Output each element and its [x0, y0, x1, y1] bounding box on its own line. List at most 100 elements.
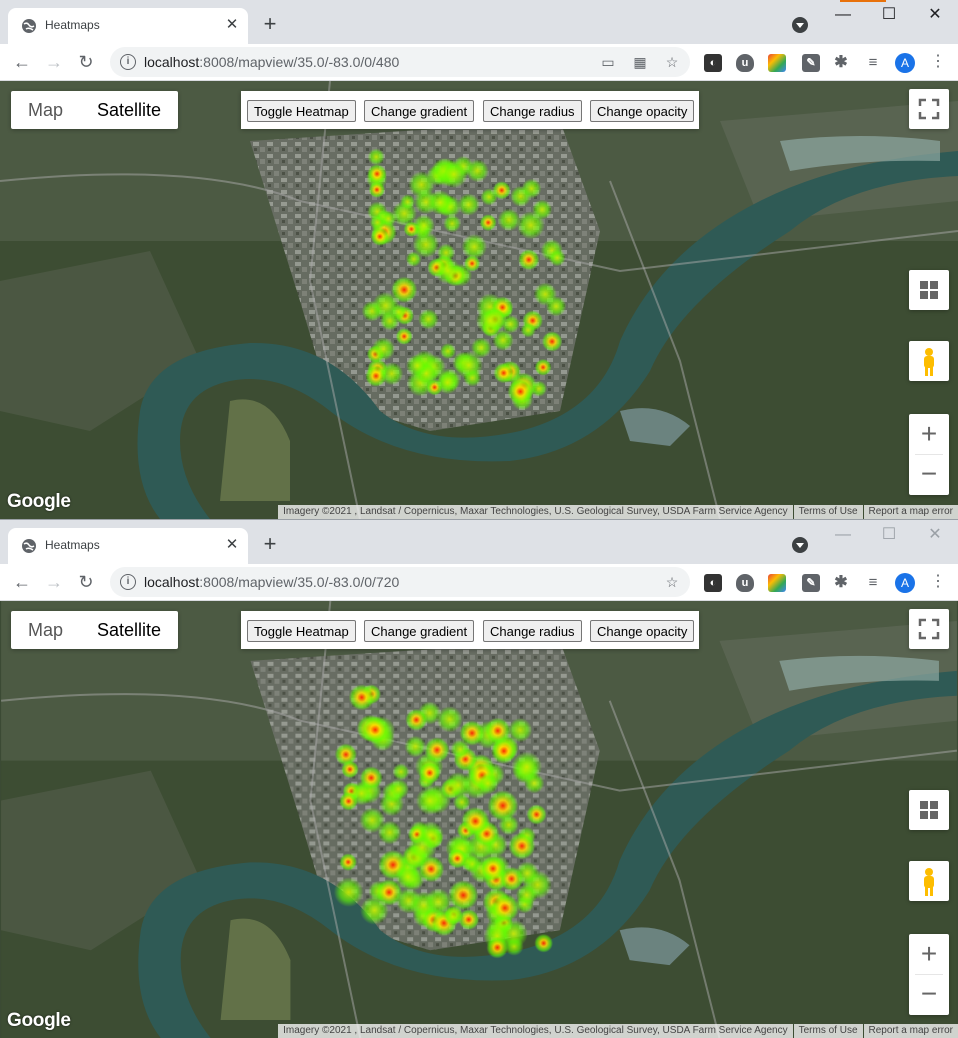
- change-radius-button[interactable]: Change radius: [483, 100, 582, 122]
- google-logo: Google: [7, 491, 71, 512]
- extension-dropper-icon[interactable]: ✎: [802, 54, 820, 72]
- tab-heatmaps[interactable]: Heatmaps ✕: [8, 8, 248, 44]
- tab-close-icon[interactable]: ✕: [222, 535, 242, 555]
- change-radius-button[interactable]: Change radius: [483, 620, 582, 642]
- report-map-error-link[interactable]: Report a map error: [863, 1024, 958, 1038]
- chevron-down-icon[interactable]: [792, 537, 808, 553]
- heatmap-layer: [333, 684, 554, 959]
- heat-spot: [339, 853, 358, 871]
- heat-spot: [349, 781, 374, 806]
- extension-color-icon[interactable]: [768, 54, 786, 72]
- zoom-out-button[interactable]: −: [909, 454, 949, 494]
- heat-spot: [368, 181, 386, 198]
- change-opacity-button[interactable]: Change opacity: [590, 100, 695, 122]
- close-icon[interactable]: ✕: [912, 0, 958, 30]
- maximize-icon[interactable]: ☐: [866, 0, 912, 30]
- map-type-map-button[interactable]: Map: [11, 91, 80, 129]
- heat-spot: [507, 378, 534, 405]
- terms-of-use-link[interactable]: Terms of Use: [793, 505, 863, 519]
- media-icon[interactable]: ≡: [864, 574, 882, 592]
- info-icon[interactable]: i: [120, 54, 136, 70]
- puzzle-icon[interactable]: ✱: [832, 54, 850, 72]
- reload-icon[interactable]: ↻: [72, 48, 100, 76]
- url-path: :8008/mapview/35.0/-83.0/0/720: [199, 574, 400, 590]
- zoom-in-button[interactable]: +: [909, 934, 949, 974]
- heatmap-controls: Toggle Heatmap Change gradient Change ra…: [241, 611, 699, 649]
- extension-ublock-icon[interactable]: u: [736, 574, 754, 592]
- extension-mask-icon[interactable]: ◐: [704, 574, 722, 592]
- more-menu-icon[interactable]: ⋮: [930, 52, 946, 72]
- url-text[interactable]: localhost:8008/mapview/35.0/-83.0/0/480: [144, 54, 399, 70]
- star-icon[interactable]: ☆: [664, 54, 680, 70]
- plus-icon[interactable]: +: [258, 533, 282, 557]
- minimize-icon[interactable]: —: [820, 520, 866, 550]
- info-icon[interactable]: i: [120, 574, 136, 590]
- heat-spot: [399, 194, 416, 210]
- extension-mask-icon[interactable]: ◐: [704, 54, 722, 72]
- zoom-in-button[interactable]: +: [909, 414, 949, 454]
- heat-spot: [395, 327, 413, 345]
- toggle-heatmap-button[interactable]: Toggle Heatmap: [247, 620, 356, 642]
- imagery-credit: Imagery ©2021 , Landsat / Copernicus, Ma…: [278, 1024, 793, 1038]
- heat-spot: [367, 164, 387, 184]
- heat-spot: [439, 343, 457, 360]
- arrow-right-icon[interactable]: →: [40, 48, 68, 76]
- heat-spot: [439, 160, 468, 189]
- close-icon[interactable]: ✕: [912, 520, 958, 550]
- address-bar[interactable]: i localhost:8008/mapview/35.0/-83.0/0/72…: [110, 567, 690, 597]
- map-type-map-button[interactable]: Map: [11, 611, 80, 649]
- arrow-left-icon[interactable]: ←: [8, 48, 36, 76]
- avatar[interactable]: A: [895, 573, 915, 593]
- layers-icon[interactable]: [909, 790, 949, 830]
- address-bar[interactable]: i localhost:8008/mapview/35.0/-83.0/0/48…: [110, 47, 690, 77]
- media-icon[interactable]: ≡: [864, 54, 882, 72]
- heat-spot: [418, 761, 441, 784]
- tab-close-icon[interactable]: ✕: [222, 15, 242, 35]
- qr-code-icon[interactable]: ▦: [632, 54, 648, 70]
- maximize-icon[interactable]: ☐: [866, 520, 912, 550]
- toggle-heatmap-button[interactable]: Toggle Heatmap: [247, 100, 356, 122]
- extension-dropper-icon[interactable]: ✎: [802, 574, 820, 592]
- heat-spot: [548, 249, 566, 267]
- heat-spot: [333, 877, 364, 907]
- extension-color-icon[interactable]: [768, 574, 786, 592]
- map-type-satellite-button[interactable]: Satellite: [80, 91, 178, 129]
- browser-window-bottom: Heatmaps ✕ + — ☐ ✕ ← → ↻ i localhost:800…: [0, 519, 958, 1038]
- tab-heatmaps[interactable]: Heatmaps ✕: [8, 528, 248, 564]
- heat-spot: [501, 314, 520, 334]
- install-icon[interactable]: ▭: [600, 54, 616, 70]
- map-type-satellite-button[interactable]: Satellite: [80, 611, 178, 649]
- fullscreen-icon[interactable]: [909, 609, 949, 649]
- change-gradient-button[interactable]: Change gradient: [364, 620, 475, 642]
- change-opacity-button[interactable]: Change opacity: [590, 620, 695, 642]
- more-menu-icon[interactable]: ⋮: [930, 572, 946, 592]
- map-view[interactable]: Map Satellite Toggle Heatmap Change grad…: [0, 601, 958, 1038]
- layers-icon[interactable]: [909, 270, 949, 310]
- heat-spot: [418, 308, 439, 330]
- arrow-right-icon[interactable]: →: [40, 568, 68, 596]
- heat-spot: [371, 337, 396, 361]
- heat-spot: [498, 814, 519, 836]
- report-map-error-link[interactable]: Report a map error: [863, 505, 958, 519]
- reload-icon[interactable]: ↻: [72, 568, 100, 596]
- puzzle-icon[interactable]: ✱: [832, 574, 850, 592]
- extension-ublock-icon[interactable]: u: [736, 54, 754, 72]
- arrow-left-icon[interactable]: ←: [8, 568, 36, 596]
- map-view[interactable]: Map Satellite Toggle Heatmap Change grad…: [0, 81, 958, 519]
- fullscreen-icon[interactable]: [909, 89, 949, 129]
- terms-of-use-link[interactable]: Terms of Use: [793, 1024, 863, 1038]
- url-text[interactable]: localhost:8008/mapview/35.0/-83.0/0/720: [144, 574, 399, 590]
- heat-spot: [390, 303, 407, 321]
- avatar[interactable]: A: [895, 53, 915, 73]
- heat-spot: [480, 188, 498, 206]
- plus-icon[interactable]: +: [258, 13, 282, 37]
- minimize-icon[interactable]: —: [820, 0, 866, 30]
- heat-spot: [484, 717, 511, 744]
- chevron-down-icon[interactable]: [792, 17, 808, 33]
- zoom-out-button[interactable]: −: [909, 974, 949, 1014]
- pegman-icon[interactable]: [909, 861, 949, 901]
- change-gradient-button[interactable]: Change gradient: [364, 100, 475, 122]
- heat-spot: [486, 936, 509, 959]
- pegman-icon[interactable]: [909, 341, 949, 381]
- star-icon[interactable]: ☆: [664, 574, 680, 590]
